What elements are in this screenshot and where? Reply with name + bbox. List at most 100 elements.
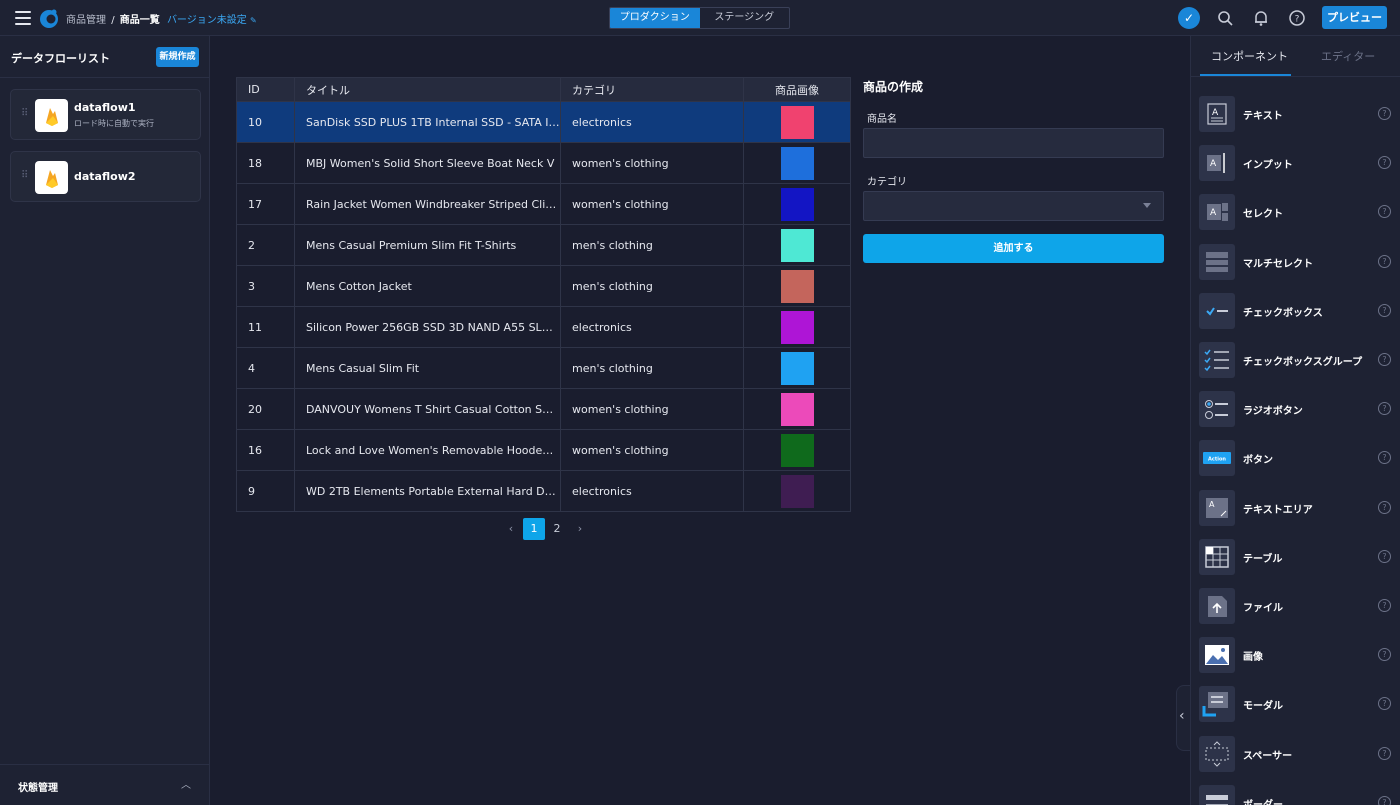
help-icon[interactable]: ? — [1378, 746, 1391, 760]
component-item[interactable]: チェックボックスグループ? — [1199, 342, 1395, 382]
component-item[interactable]: モーダル? — [1199, 686, 1395, 726]
cell-category: electronics — [560, 101, 744, 143]
dataflow-name: dataflow2 — [74, 170, 136, 183]
table-row[interactable]: 18 MBJ Women's Solid Short Sleeve Boat Ne… — [236, 142, 851, 184]
product-thumbnail — [780, 474, 814, 508]
new-dataflow-button[interactable]: 新規作成 — [156, 47, 199, 67]
collapse-panel-button[interactable]: ‹ — [1176, 685, 1191, 751]
component-item[interactable]: Action ボタン? — [1199, 440, 1395, 480]
product-thumbnail — [780, 228, 814, 262]
help-icon[interactable]: ? — [1378, 402, 1391, 416]
column-header-category[interactable]: カテゴリ — [560, 77, 744, 102]
help-icon[interactable]: ? — [1378, 205, 1391, 219]
component-item[interactable]: A セレクト? — [1199, 194, 1395, 234]
cell-image — [743, 142, 851, 184]
help-icon[interactable]: ? — [1378, 500, 1391, 514]
tab-components[interactable]: コンポーネント — [1211, 48, 1288, 64]
search-icon[interactable] — [1216, 9, 1234, 27]
component-name: マルチセレクト — [1243, 258, 1313, 270]
page-1-button[interactable]: 1 — [523, 518, 545, 540]
dataflow-item-2[interactable]: ⠿ dataflow2 — [10, 151, 201, 202]
help-icon[interactable]: ? — [1378, 599, 1391, 612]
breadcrumb-parent[interactable]: 商品管理 — [66, 15, 106, 26]
cell-image — [743, 224, 851, 266]
product-name-label: 商品名 — [867, 114, 897, 125]
product-thumbnail — [780, 105, 814, 139]
app-header: 商品管理 / 商品一覧 バージョン未設定 ✎ プロダクション ステージング ✓ … — [0, 0, 1400, 36]
table-row[interactable]: 4 Mens Casual Slim Fit men's clothing — [236, 347, 851, 389]
component-name: ファイル — [1243, 603, 1283, 614]
column-header-id[interactable]: ID — [236, 77, 295, 102]
tab-production[interactable]: プロダクション — [610, 8, 700, 28]
column-header-image[interactable]: 商品画像 — [743, 77, 851, 102]
button-icon: Action — [1199, 440, 1235, 477]
table-row[interactable]: 2 Mens Casual Premium Slim Fit T-Shirts me… — [236, 224, 851, 266]
table-row[interactable]: 17 Rain Jacket Women Windbreaker Striped … — [236, 183, 851, 225]
component-item[interactable]: A インプット? — [1199, 145, 1395, 185]
component-name: チェックボックスグループ — [1243, 357, 1363, 368]
add-product-button[interactable]: 追加する — [863, 234, 1164, 263]
help-icon[interactable]: ? — [1378, 648, 1391, 662]
state-management-section[interactable]: 状態管理 ︿ — [0, 764, 209, 805]
help-icon[interactable]: ? — [1378, 451, 1391, 465]
next-page-icon[interactable]: › — [569, 518, 591, 540]
app-logo-icon — [40, 9, 58, 28]
table-row[interactable]: 16 Lock and Love Women's Removable Hooded… — [236, 429, 851, 471]
product-name-input[interactable] — [863, 128, 1164, 158]
cell-id: 4 — [236, 347, 295, 389]
cell-category: women's clothing — [560, 388, 744, 430]
tab-editor[interactable]: エディター — [1321, 48, 1375, 64]
cell-image — [743, 429, 851, 471]
column-header-title[interactable]: タイトル — [294, 77, 561, 102]
product-thumbnail — [780, 310, 814, 344]
help-icon[interactable]: ? — [1378, 303, 1391, 317]
drag-handle-icon[interactable]: ⠿ — [21, 170, 28, 181]
component-name: ラジオボタン — [1243, 406, 1303, 418]
table-row[interactable]: 9 WD 2TB Elements Portable External Hard … — [236, 470, 851, 512]
prev-page-icon[interactable]: ‹ — [500, 518, 522, 540]
table-row[interactable]: 11 Silicon Power 256GB SSD 3D NAND A55 SL… — [236, 306, 851, 348]
cell-id: 18 — [236, 142, 295, 184]
component-item[interactable]: チェックボックス? — [1199, 292, 1395, 333]
component-item[interactable]: ボーダー? — [1199, 784, 1395, 805]
component-item[interactable]: ラジオボタン? — [1199, 391, 1395, 431]
component-item[interactable]: マルチセレクト? — [1199, 243, 1395, 284]
cell-title: Lock and Love Women's Removable Hooded F… — [294, 429, 561, 471]
cell-id: 17 — [236, 183, 295, 225]
divider — [1191, 76, 1400, 77]
help-icon[interactable]: ? — [1378, 107, 1391, 120]
chevron-up-icon[interactable]: ︿ — [181, 776, 191, 791]
component-item[interactable]: ファイル? — [1199, 588, 1395, 628]
component-item[interactable]: A テキスト? — [1199, 96, 1395, 136]
component-item[interactable]: テーブル? — [1199, 538, 1395, 579]
preview-button[interactable]: プレビュー — [1322, 6, 1387, 29]
bell-icon[interactable] — [1252, 9, 1270, 27]
edit-pencil-icon[interactable]: ✎ — [250, 16, 257, 25]
help-icon[interactable]: ? — [1378, 795, 1391, 805]
cell-id: 20 — [236, 388, 295, 430]
cell-image — [743, 306, 851, 348]
help-icon[interactable]: ? — [1378, 549, 1391, 563]
drag-handle-icon[interactable]: ⠿ — [21, 108, 28, 119]
cell-category: women's clothing — [560, 429, 744, 471]
modal-icon — [1199, 686, 1235, 723]
component-item[interactable]: A テキストエリア? — [1199, 489, 1395, 530]
help-icon[interactable]: ? — [1378, 353, 1391, 366]
help-icon[interactable]: ? — [1378, 254, 1391, 268]
help-icon[interactable]: ? — [1378, 697, 1391, 711]
page-2-button[interactable]: 2 — [546, 518, 568, 540]
table-row[interactable]: 20 DANVOUY Womens T Shirt Casual Cotton S… — [236, 388, 851, 430]
help-circle-icon[interactable]: ? — [1288, 9, 1306, 27]
version-link[interactable]: バージョン未設定 — [167, 15, 247, 26]
help-icon[interactable]: ? — [1378, 156, 1391, 170]
category-select[interactable] — [863, 191, 1164, 221]
table-row[interactable]: 10 SanDisk SSD PLUS 1TB Internal SSD - SA… — [236, 101, 851, 143]
component-item[interactable]: スペーサー? — [1199, 735, 1395, 776]
tab-staging[interactable]: ステージング — [700, 8, 790, 28]
table-row[interactable]: 3 Mens Cotton Jacket men's clothing — [236, 265, 851, 307]
hamburger-menu-icon[interactable] — [15, 11, 31, 25]
svg-text:?: ? — [1295, 15, 1300, 25]
dataflow-item-1[interactable]: ⠿ dataflow1 ロード時に自動で実行 — [10, 89, 201, 140]
component-item[interactable]: 画像? — [1199, 637, 1395, 677]
check-status-icon[interactable]: ✓ — [1178, 7, 1200, 29]
